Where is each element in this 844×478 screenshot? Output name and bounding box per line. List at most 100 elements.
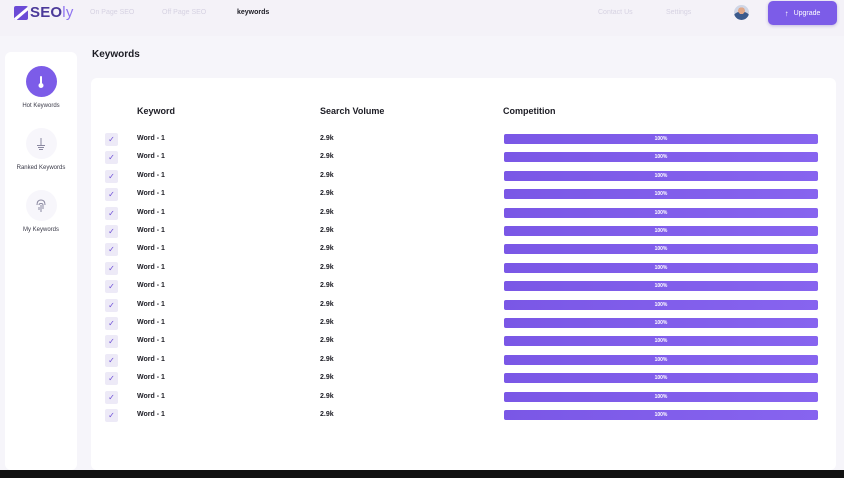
competition-bar: 100%	[504, 170, 818, 181]
table-row[interactable]: ✓ Word - 1 2.9k 100%	[0, 371, 844, 389]
check-icon: ✓	[108, 135, 115, 144]
check-icon: ✓	[108, 171, 115, 181]
logo-main: SEO	[30, 4, 63, 21]
nav-link-keywords[interactable]: keywords	[237, 9, 269, 16]
table-row[interactable]: ✓ Word - 1 2.9k 100%	[0, 316, 844, 334]
table-row[interactable]: ✓ Word - 1 2.9k 100%	[0, 169, 844, 187]
table-row[interactable]: ✓ Word - 1 2.9k 100%	[0, 390, 844, 408]
keyword-cell: Word - 1	[137, 135, 165, 142]
nav-link-off-page-seo[interactable]: Off Page SEO	[162, 9, 206, 16]
upgrade-button[interactable]: ↑ Upgrade	[768, 1, 837, 25]
table-row[interactable]: ✓ Word - 1 2.9k 100%	[0, 206, 844, 224]
row-checkbox[interactable]: ✓	[105, 317, 118, 330]
competition-label: 100%	[654, 264, 668, 271]
table-row[interactable]: ✓ Word - 1 2.9k 100%	[0, 224, 844, 242]
thermometer-icon	[25, 66, 57, 97]
row-checkbox[interactable]: ✓	[105, 280, 118, 294]
logo-text: SEOly	[30, 4, 74, 21]
check-icon: ✓	[108, 300, 115, 310]
check-icon: ✓	[108, 245, 115, 255]
sidebar-item-hot-keywords[interactable]: Hot Keywords	[5, 66, 77, 109]
search-volume-cell: 2.9k	[320, 227, 334, 234]
competition-bar: 100%	[504, 336, 818, 347]
row-checkbox[interactable]: ✓	[105, 261, 118, 275]
check-icon: ✓	[108, 337, 115, 347]
row-checkbox[interactable]: ✓	[105, 298, 118, 312]
check-icon: ✓	[108, 190, 115, 200]
nav-link-on-page-seo[interactable]: On Page SEO	[90, 9, 134, 16]
search-volume-cell: 2.9k	[320, 135, 334, 142]
competition-label: 100%	[654, 320, 668, 326]
keyword-cell: Word - 1	[137, 282, 165, 290]
app-logo[interactable]: SEOly	[14, 4, 74, 21]
competition-bar: 100%	[504, 207, 818, 218]
keyword-cell: Word - 1	[137, 245, 165, 253]
user-avatar[interactable]	[734, 5, 749, 20]
search-volume-cell: 2.9k	[320, 263, 334, 271]
sidebar-item-label: Hot Keywords	[22, 103, 60, 109]
check-icon: ✓	[108, 227, 115, 236]
table-row[interactable]: ✓ Word - 1 2.9k 100%	[0, 334, 844, 352]
competition-bar: 100%	[504, 410, 818, 420]
search-volume-cell: 2.9k	[320, 171, 334, 179]
nav-link-contact-us[interactable]: Contact Us	[598, 9, 633, 16]
competition-bar: 100%	[504, 189, 818, 200]
competition-label: 100%	[654, 191, 668, 198]
top-navigation: SEOly On Page SEO Off Page SEO keywords …	[0, 0, 844, 27]
row-checkbox[interactable]: ✓	[105, 335, 118, 349]
keyword-cell: Word - 1	[137, 153, 165, 161]
competition-label: 100%	[654, 154, 668, 161]
competition-label: 100%	[654, 301, 668, 308]
row-checkbox[interactable]: ✓	[105, 409, 118, 422]
row-checkbox[interactable]: ✓	[105, 151, 118, 165]
logo-accent: ly	[62, 4, 74, 21]
row-checkbox[interactable]: ✓	[105, 206, 118, 220]
check-icon: ✓	[108, 153, 115, 163]
check-icon: ✓	[108, 282, 115, 292]
competition-bar: 100%	[504, 391, 818, 402]
row-checkbox[interactable]: ✓	[105, 390, 118, 404]
row-checkbox[interactable]: ✓	[105, 372, 118, 386]
search-volume-cell: 2.9k	[320, 319, 334, 326]
row-checkbox[interactable]: ✓	[105, 225, 118, 238]
keyword-cell: Word - 1	[137, 355, 165, 363]
table-row[interactable]: ✓ Word - 1 2.9k 100%	[0, 132, 844, 150]
table-row[interactable]: ✓ Word - 1 2.9k 100%	[0, 408, 844, 426]
competition-bar: 100%	[504, 226, 818, 236]
keyword-cell: Word - 1	[137, 392, 165, 400]
column-header-keyword[interactable]: Keyword	[137, 106, 175, 116]
table-row[interactable]: ✓ Word - 1 2.9k 100%	[0, 261, 844, 279]
row-checkbox[interactable]: ✓	[105, 169, 118, 183]
page-title: Keywords	[92, 49, 140, 60]
table-row[interactable]: ✓ Word - 1 2.9k 100%	[0, 242, 844, 260]
competition-bar: 100%	[504, 281, 818, 292]
competition-label: 100%	[654, 375, 668, 382]
competition-label: 100%	[654, 136, 668, 142]
row-checkbox[interactable]: ✓	[105, 243, 118, 257]
arrow-up-icon: ↑	[784, 8, 789, 18]
table-row[interactable]: ✓ Word - 1 2.9k 100%	[0, 298, 844, 316]
search-volume-cell: 2.9k	[320, 411, 334, 418]
competition-bar: 100%	[504, 373, 818, 384]
row-checkbox[interactable]: ✓	[105, 188, 118, 202]
row-checkbox[interactable]: ✓	[105, 353, 118, 367]
competition-bar: 100%	[504, 354, 818, 365]
row-checkbox[interactable]: ✓	[105, 133, 118, 146]
table-row[interactable]: ✓ Word - 1 2.9k 100%	[0, 279, 844, 297]
keyword-cell: Word - 1	[137, 411, 165, 418]
table-row[interactable]: ✓ Word - 1 2.9k 100%	[0, 353, 844, 371]
keyword-cell: Word - 1	[137, 337, 165, 345]
column-header-search-volume[interactable]: Search Volume	[320, 106, 384, 116]
competition-bar: 100%	[504, 299, 818, 310]
search-volume-cell: 2.9k	[320, 355, 334, 363]
search-volume-cell: 2.9k	[320, 190, 334, 198]
competition-bar: 100%	[504, 134, 818, 144]
bottom-edge	[0, 470, 844, 478]
column-header-competition[interactable]: Competition	[503, 106, 556, 116]
table-row[interactable]: ✓ Word - 1 2.9k 100%	[0, 150, 844, 168]
check-icon: ✓	[108, 392, 115, 402]
competition-label: 100%	[654, 246, 668, 253]
logo-mark-icon	[14, 5, 28, 20]
nav-link-settings[interactable]: Settings	[666, 9, 691, 16]
table-row[interactable]: ✓ Word - 1 2.9k 100%	[0, 187, 844, 205]
